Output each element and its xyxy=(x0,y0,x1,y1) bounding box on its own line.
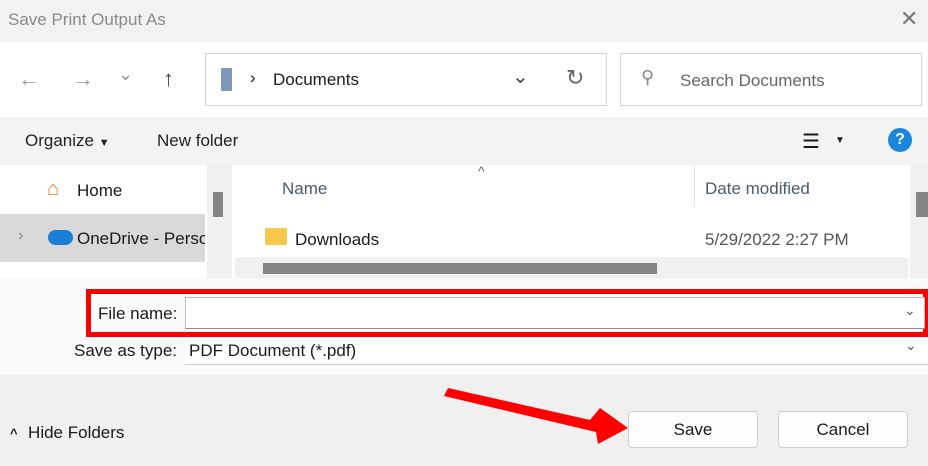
annotation-arrow xyxy=(444,388,628,444)
